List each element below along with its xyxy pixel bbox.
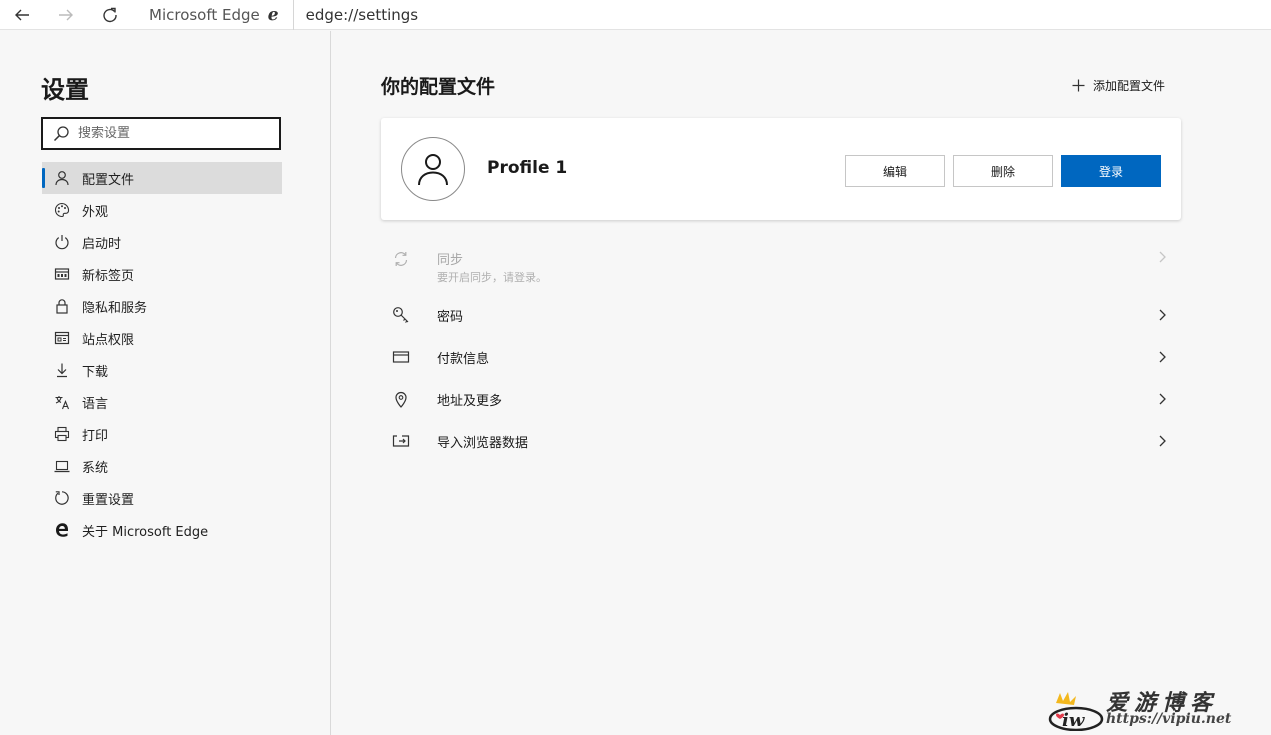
refresh-icon: [103, 7, 117, 22]
location-pin-icon: [392, 390, 410, 408]
sign-in-button[interactable]: 登录: [1061, 155, 1161, 187]
download-icon: [54, 362, 70, 378]
row-payment-info[interactable]: 付款信息: [381, 336, 1181, 378]
sync-icon: [392, 250, 410, 268]
search-box[interactable]: [41, 117, 281, 150]
sidebar-item-privacy[interactable]: 隐私和服务: [42, 290, 282, 322]
sidebar-item-startup[interactable]: 启动时: [42, 226, 282, 258]
person-icon: [54, 170, 70, 186]
card-icon: [392, 348, 410, 366]
site-permissions-icon: [54, 330, 70, 346]
row-addresses[interactable]: 地址及更多: [381, 378, 1181, 420]
person-icon: [418, 154, 448, 186]
printer-icon: [54, 426, 70, 442]
sidebar-item-label: 关于 Microsoft Edge: [82, 524, 209, 540]
sidebar-item-profiles[interactable]: 配置文件: [42, 162, 282, 194]
sidebar-item-label: 下载: [82, 364, 109, 380]
omnibox[interactable]: Microsoft Edge ℯ edge://settings: [134, 0, 1271, 30]
row-import-data[interactable]: 导入浏览器数据: [381, 420, 1181, 462]
edge-logo-icon: ℯ: [267, 5, 279, 25]
edge-logo-icon: [54, 522, 70, 538]
sidebar-item-label: 隐私和服务: [82, 300, 148, 316]
sidebar-item-label: 新标签页: [82, 268, 135, 284]
row-label: 付款信息: [437, 351, 490, 367]
chevron-right-icon: [1159, 251, 1166, 263]
search-input[interactable]: [78, 126, 268, 141]
laptop-icon: [54, 458, 70, 474]
add-profile-button[interactable]: 添加配置文件: [1072, 77, 1165, 94]
row-sublabel: 要开启同步，请登录。: [437, 271, 547, 284]
sidebar-item-label: 配置文件: [82, 172, 135, 188]
chevron-right-icon: [1159, 435, 1166, 447]
site-identity-chip[interactable]: Microsoft Edge ℯ: [134, 0, 294, 30]
sidebar-item-appearance[interactable]: 外观: [42, 194, 282, 226]
chevron-right-icon: [1159, 393, 1166, 405]
power-icon: [54, 234, 70, 250]
add-profile-label: 添加配置文件: [1093, 79, 1166, 93]
row-label: 导入浏览器数据: [437, 435, 529, 451]
delete-button[interactable]: 删除: [953, 155, 1053, 187]
plus-icon: [1072, 79, 1085, 92]
sidebar-item-about[interactable]: 关于 Microsoft Edge: [42, 514, 282, 546]
language-icon: [54, 394, 70, 410]
edit-button[interactable]: 编辑: [845, 155, 945, 187]
profile-settings-list: 同步 要开启同步，请登录。 密码 付款信息 地址及更多 导入浏览器数据: [381, 236, 1181, 462]
svg-text:iw: iw: [1062, 710, 1086, 731]
row-passwords[interactable]: 密码: [381, 294, 1181, 336]
address-bar: Microsoft Edge ℯ edge://settings: [0, 0, 1271, 30]
watermark-url: https://vipiu.net: [1106, 711, 1232, 727]
sidebar-menu: 配置文件 外观 启动时 新标签页 隐私和服务 站点权限 下载 语言 打印 系统 …: [42, 162, 282, 546]
settings-sidebar: 设置 配置文件 外观 启动时 新标签页 隐私和服务 站点权限: [0, 31, 331, 735]
back-button[interactable]: [0, 0, 44, 30]
refresh-button[interactable]: [88, 0, 132, 30]
url-text[interactable]: edge://settings: [294, 6, 418, 24]
palette-icon: [54, 202, 70, 218]
sidebar-item-label: 站点权限: [82, 332, 135, 348]
sidebar-item-site-permissions[interactable]: 站点权限: [42, 322, 282, 354]
watermark-logo-icon: iw: [1048, 692, 1104, 731]
row-label: 地址及更多: [437, 393, 503, 409]
profile-card: Profile 1 编辑 删除 登录: [381, 118, 1181, 220]
forward-button[interactable]: [44, 0, 88, 30]
sidebar-item-label: 启动时: [82, 236, 122, 252]
sidebar-title: 设置: [41, 76, 89, 104]
search-icon: [53, 126, 69, 142]
reset-icon: [54, 490, 70, 506]
newtab-icon: [54, 266, 70, 282]
sidebar-item-new-tab[interactable]: 新标签页: [42, 258, 282, 290]
row-label: 密码: [437, 309, 464, 325]
page-title: 你的配置文件: [381, 76, 496, 98]
sidebar-item-reset[interactable]: 重置设置: [42, 482, 282, 514]
profile-name: Profile 1: [487, 158, 568, 178]
sidebar-item-label: 重置设置: [82, 492, 135, 508]
sidebar-item-downloads[interactable]: 下载: [42, 354, 282, 386]
forward-arrow-icon: [59, 9, 73, 20]
sidebar-item-label: 系统: [82, 460, 109, 476]
back-arrow-icon: [15, 9, 29, 20]
sidebar-item-languages[interactable]: 语言: [42, 386, 282, 418]
site-name: Microsoft Edge: [149, 6, 260, 24]
row-sync[interactable]: 同步 要开启同步，请登录。: [381, 236, 1181, 294]
row-label: 同步: [437, 253, 464, 268]
sidebar-item-system[interactable]: 系统: [42, 450, 282, 482]
settings-main: 你的配置文件 添加配置文件 Profile 1 编辑 删除 登录 同步 要开启同…: [331, 31, 1271, 735]
sidebar-item-label: 外观: [82, 204, 109, 220]
key-icon: [392, 306, 410, 324]
avatar[interactable]: [401, 137, 465, 201]
chevron-right-icon: [1159, 309, 1166, 321]
sidebar-item-label: 打印: [82, 428, 109, 444]
sidebar-item-printers[interactable]: 打印: [42, 418, 282, 450]
watermark: iw 爱游博客 https://vipiu.net: [1044, 683, 1259, 733]
lock-icon: [54, 298, 70, 314]
import-icon: [392, 432, 410, 450]
sidebar-item-label: 语言: [82, 396, 109, 412]
chevron-right-icon: [1159, 351, 1166, 363]
